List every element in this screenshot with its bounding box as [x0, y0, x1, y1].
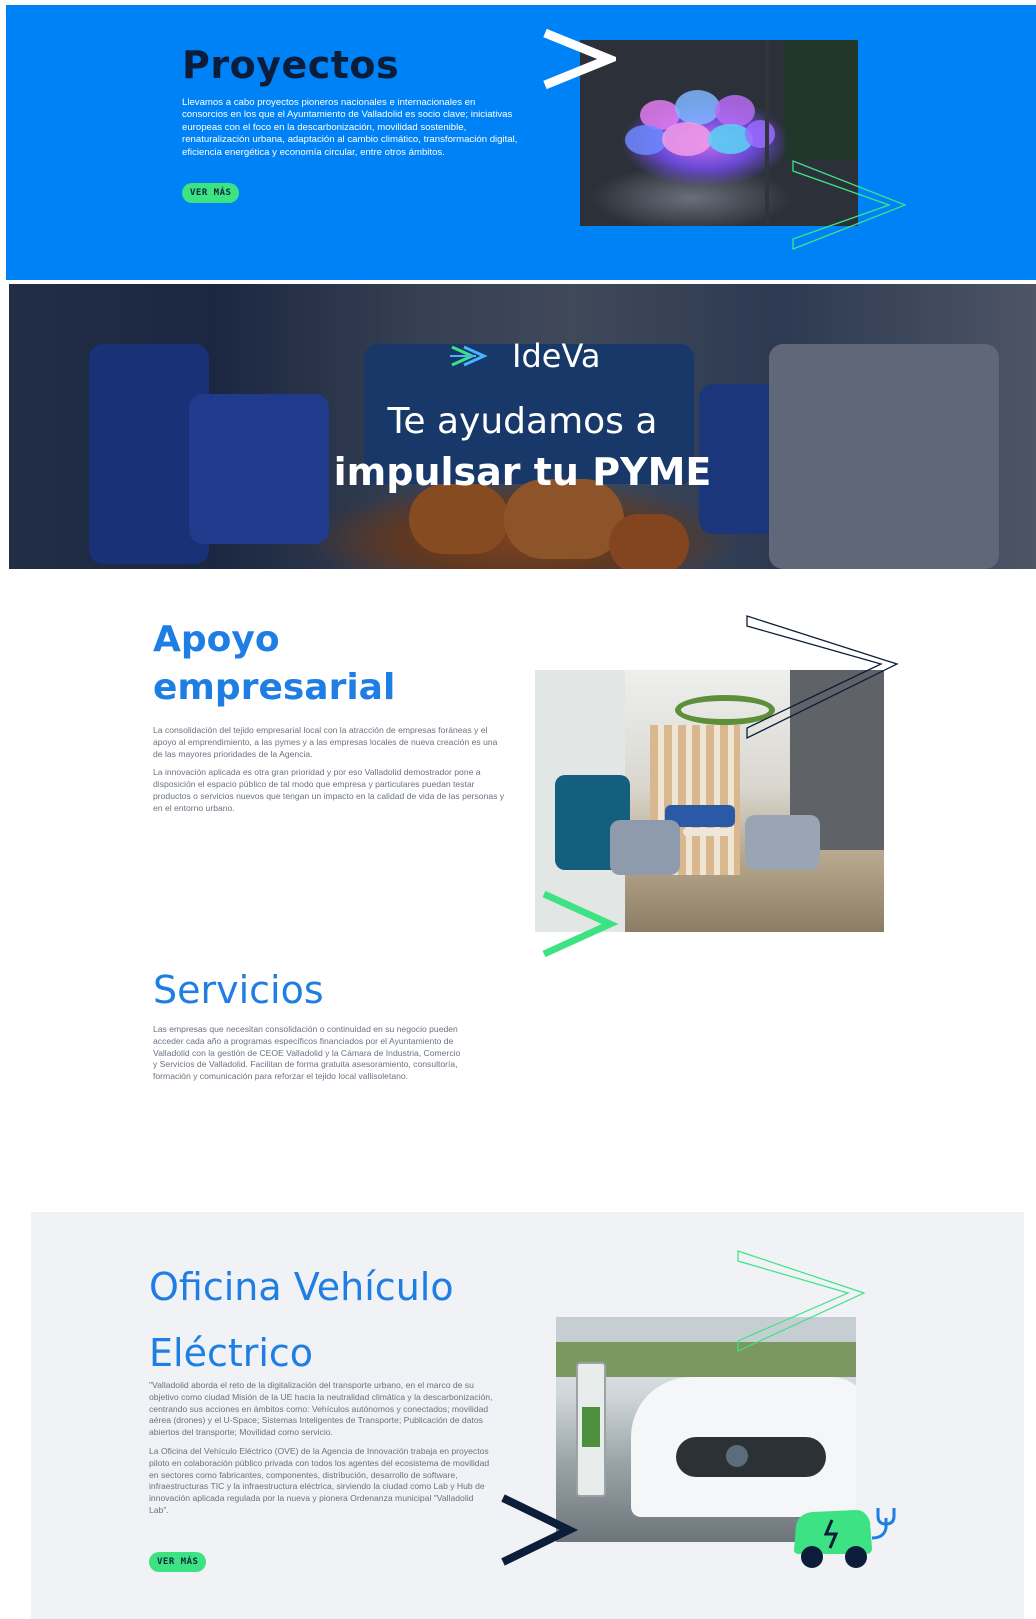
chevron-navy-icon — [501, 1494, 579, 1566]
apoyo-paragraph-2: La innovación aplicada es otra gran prio… — [153, 767, 505, 813]
servicios-paragraph: Las empresas que necesitan consolidación… — [153, 1024, 461, 1082]
electric-car-icon — [794, 1508, 896, 1568]
proyectos-description: Llevamos a cabo proyectos pioneros nacio… — [182, 97, 518, 158]
chevron-navy-outline-icon — [746, 615, 899, 740]
apoyo-empresarial-text: La consolidación del tejido empresarial … — [153, 725, 508, 815]
apoyo-empresarial-title: Apoyo empresarial — [153, 616, 395, 712]
ove-paragraph-2: La Oficina del Vehículo Eléctrico (OVE) … — [149, 1445, 490, 1515]
chevron-green-outline-icon — [737, 1250, 866, 1352]
ove-ver-mas-button[interactable]: VER MÁS — [149, 1552, 207, 1572]
hero-headline-line1: Te ayudamos a — [387, 401, 658, 442]
ideva-logo-icon — [450, 345, 488, 367]
proyectos-ver-mas-button[interactable]: VER MÁS — [182, 183, 240, 203]
chevron-green-outline-icon — [792, 160, 907, 250]
ideva-logo: IdeVa — [450, 336, 600, 376]
apoyo-paragraph-1: La consolidación del tejido empresarial … — [153, 725, 498, 759]
ideva-brand-name: IdeVa — [512, 337, 601, 375]
ideva-hero-section: IdeVa Te ayudamos a impulsar tu PYME — [9, 284, 1036, 569]
proyectos-section: Proyectos Llevamos a cabo proyectos pion… — [6, 5, 1036, 280]
apoyo-title-line1: Apoyo — [153, 619, 280, 660]
apoyo-title-line2: empresarial — [153, 667, 396, 708]
ove-title-line1: Oficina Vehículo — [149, 1265, 454, 1309]
chevron-white-icon — [543, 28, 616, 90]
chevron-green-icon — [542, 890, 619, 958]
hero-headline-line2: impulsar tu PYME — [333, 450, 712, 494]
proyectos-title: Proyectos — [182, 43, 400, 87]
ove-paragraph-1: "Valladolid aborda el reto de la digital… — [149, 1380, 493, 1438]
ove-title-line2: Eléctrico — [149, 1331, 314, 1375]
ove-title: Oficina Vehículo Eléctrico — [149, 1254, 454, 1386]
ove-text: "Valladolid aborda el reto de la digital… — [149, 1380, 494, 1517]
servicios-title: Servicios — [153, 968, 324, 1012]
oficina-vehiculo-electrico-section: Oficina Vehículo Eléctrico "Valladolid a… — [31, 1212, 1024, 1619]
